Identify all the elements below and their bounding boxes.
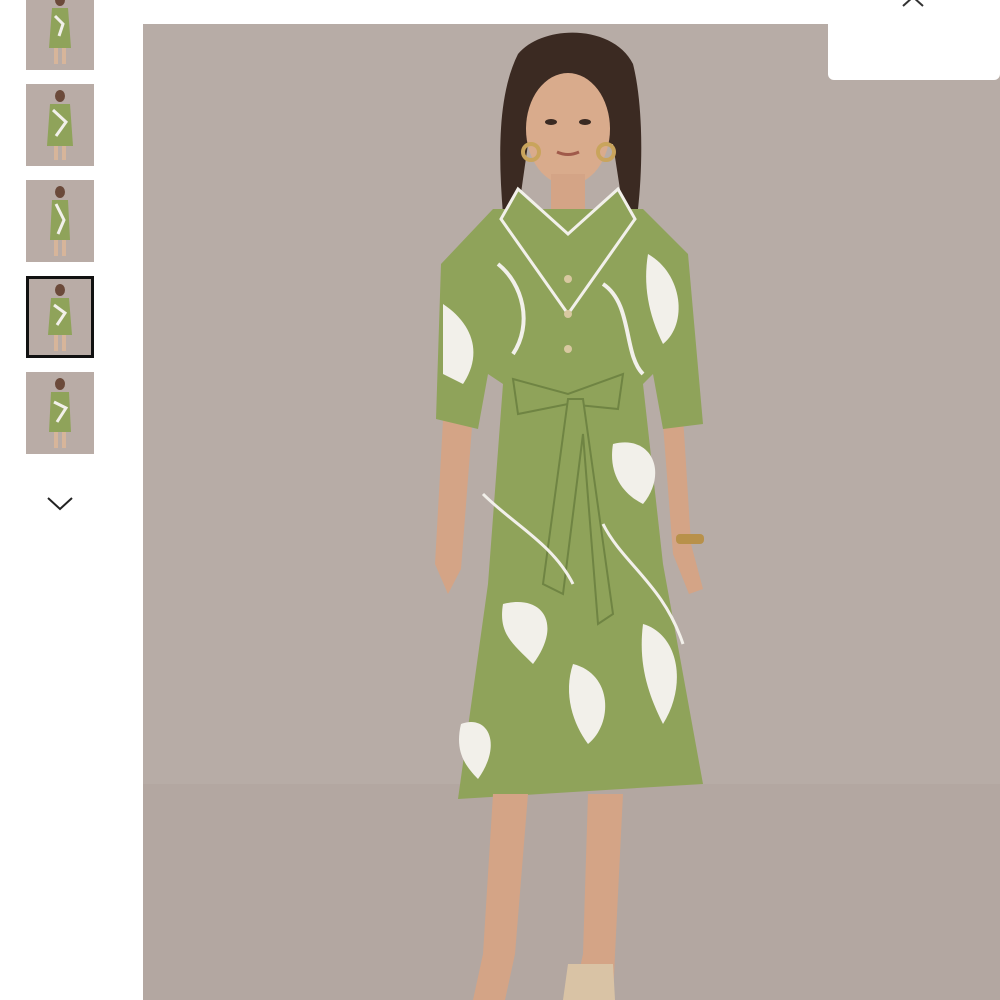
- thumbnail-2[interactable]: [26, 84, 94, 166]
- model-illustration: [143, 32, 1000, 1000]
- thumbnail-2-image: [47, 90, 73, 160]
- thumbnail-3-image: [50, 186, 70, 256]
- thumbnail-4-image: [48, 284, 72, 351]
- thumbnail-5-image: [49, 378, 71, 448]
- thumbnail-rail: [26, 0, 94, 468]
- thumbnail-4[interactable]: [26, 276, 94, 358]
- chevron-down-icon[interactable]: [45, 494, 75, 514]
- main-product-image: [143, 24, 1000, 1000]
- close-panel: [828, 0, 1000, 80]
- thumbnail-1-image: [49, 0, 71, 64]
- thumbnail-1[interactable]: [26, 0, 94, 70]
- product-image-viewer: [0, 0, 1000, 1000]
- close-icon[interactable]: [898, 0, 928, 8]
- thumbnail-3[interactable]: [26, 180, 94, 262]
- thumbnail-5[interactable]: [26, 372, 94, 454]
